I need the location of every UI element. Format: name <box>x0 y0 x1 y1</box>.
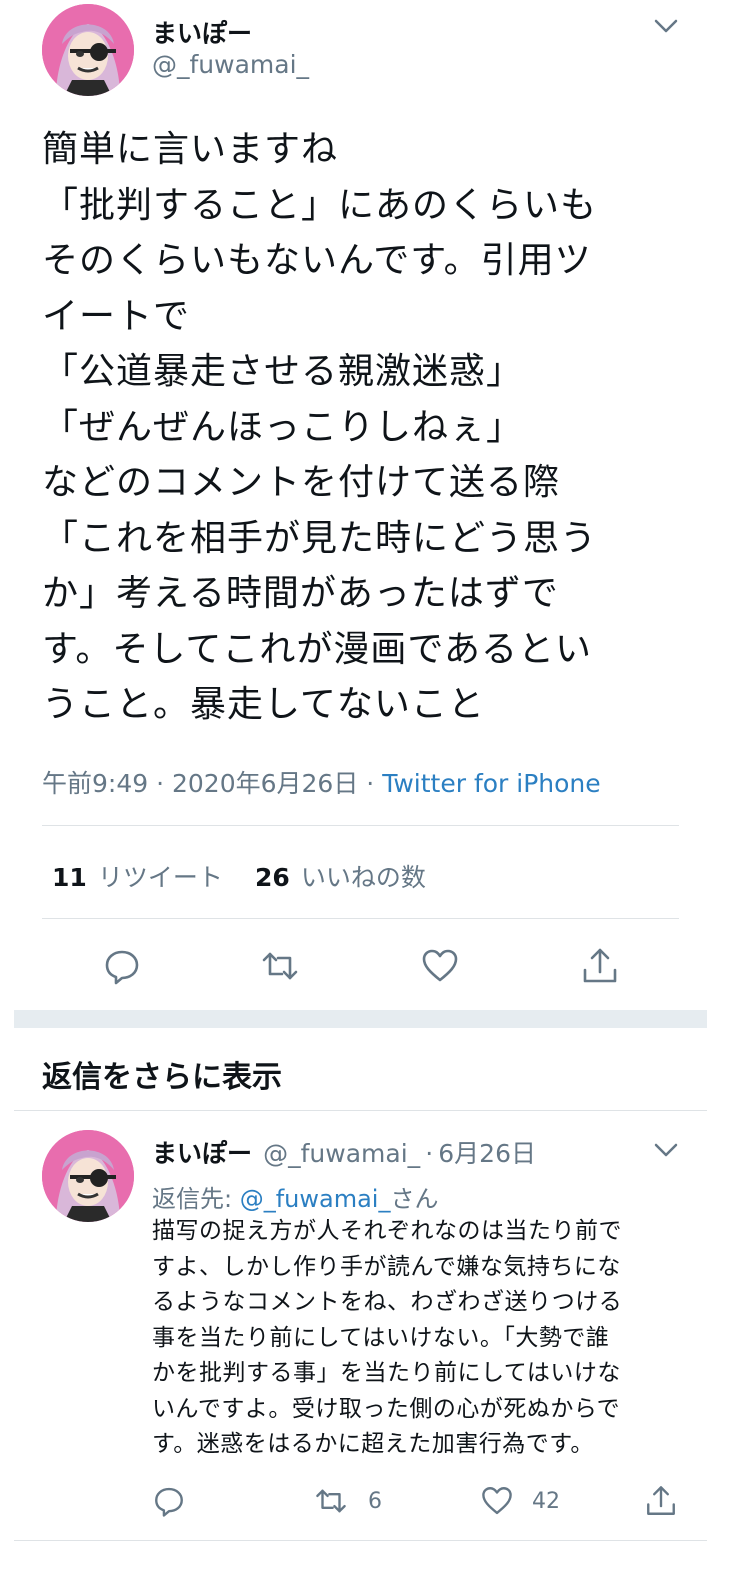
share-icon <box>647 1486 675 1515</box>
reply-author-handle[interactable]: @_fuwamai_ <box>263 1139 420 1168</box>
reply-author-name[interactable]: まいぽー <box>152 1139 252 1168</box>
author-handle[interactable]: @_fuwamai_ <box>152 50 309 79</box>
reply-date: 6月26日 <box>438 1139 536 1168</box>
avatar[interactable] <box>42 4 134 96</box>
chevron-down-icon[interactable] <box>652 1136 680 1164</box>
divider <box>14 1540 707 1541</box>
reply-share-button[interactable] <box>644 1484 678 1518</box>
reply-retweet-button[interactable]: 6 <box>314 1484 382 1518</box>
likes-count: 26 <box>255 863 290 892</box>
author-name[interactable]: まいぽー <box>152 14 252 50</box>
reply-retweet-count: 6 <box>368 1488 382 1514</box>
tweet-text: 簡単に言いますね 「批判すること」にあのくらいも そのくらいもないんです。引用ツ… <box>42 129 598 725</box>
retweet-icon <box>316 1489 346 1513</box>
chevron-down-icon[interactable] <box>652 12 680 40</box>
more-replies-link[interactable]: 返信をさらに表示 <box>42 1052 282 1096</box>
meta-separator: · <box>156 769 165 798</box>
likes-stat[interactable]: 26 いいねの数 <box>255 858 426 894</box>
reply-text: 描写の捉え方が人それぞれなのは当たり前で すよ、しかし作り手が読んで嫌な気持ちに… <box>152 1218 623 1457</box>
retweets-label: リツイート <box>97 863 223 892</box>
retweets-count: 11 <box>52 863 87 892</box>
tweet-meta: 午前9:49 · 2020年6月26日 · Twitter for iPhone <box>42 764 601 800</box>
reply-icon[interactable] <box>102 946 142 986</box>
like-icon <box>482 1487 512 1515</box>
share-icon[interactable] <box>580 946 620 986</box>
likes-label: いいねの数 <box>300 863 426 892</box>
tweet-source-link[interactable]: Twitter for iPhone <box>382 769 600 798</box>
tweet-date: 2020年6月26日 <box>172 769 359 798</box>
divider <box>14 1110 707 1111</box>
like-icon[interactable] <box>420 946 460 986</box>
reply-to-prefix: 返信先: <box>152 1185 240 1213</box>
section-separator <box>14 1010 707 1028</box>
reply-reply-button[interactable] <box>152 1484 186 1518</box>
reply-to-line: 返信先: @_fuwamai_さん <box>152 1179 438 1214</box>
divider <box>42 825 679 826</box>
reply-to-suffix: さん <box>390 1185 439 1213</box>
divider <box>42 918 679 919</box>
meta-separator: · <box>366 769 375 798</box>
reply-to-handle-link[interactable]: @_fuwamai_ <box>240 1185 391 1213</box>
retweets-stat[interactable]: 11 リツイート <box>52 858 223 894</box>
meta-separator: · <box>425 1139 434 1168</box>
retweet-icon[interactable] <box>260 946 300 986</box>
reply-like-count: 42 <box>532 1488 560 1514</box>
tweet-time: 午前9:49 <box>42 769 149 798</box>
reply-avatar[interactable] <box>42 1130 134 1222</box>
reply-like-button[interactable]: 42 <box>480 1484 560 1518</box>
reply-header: まいぽー @_fuwamai_ · 6月26日 <box>152 1134 536 1170</box>
